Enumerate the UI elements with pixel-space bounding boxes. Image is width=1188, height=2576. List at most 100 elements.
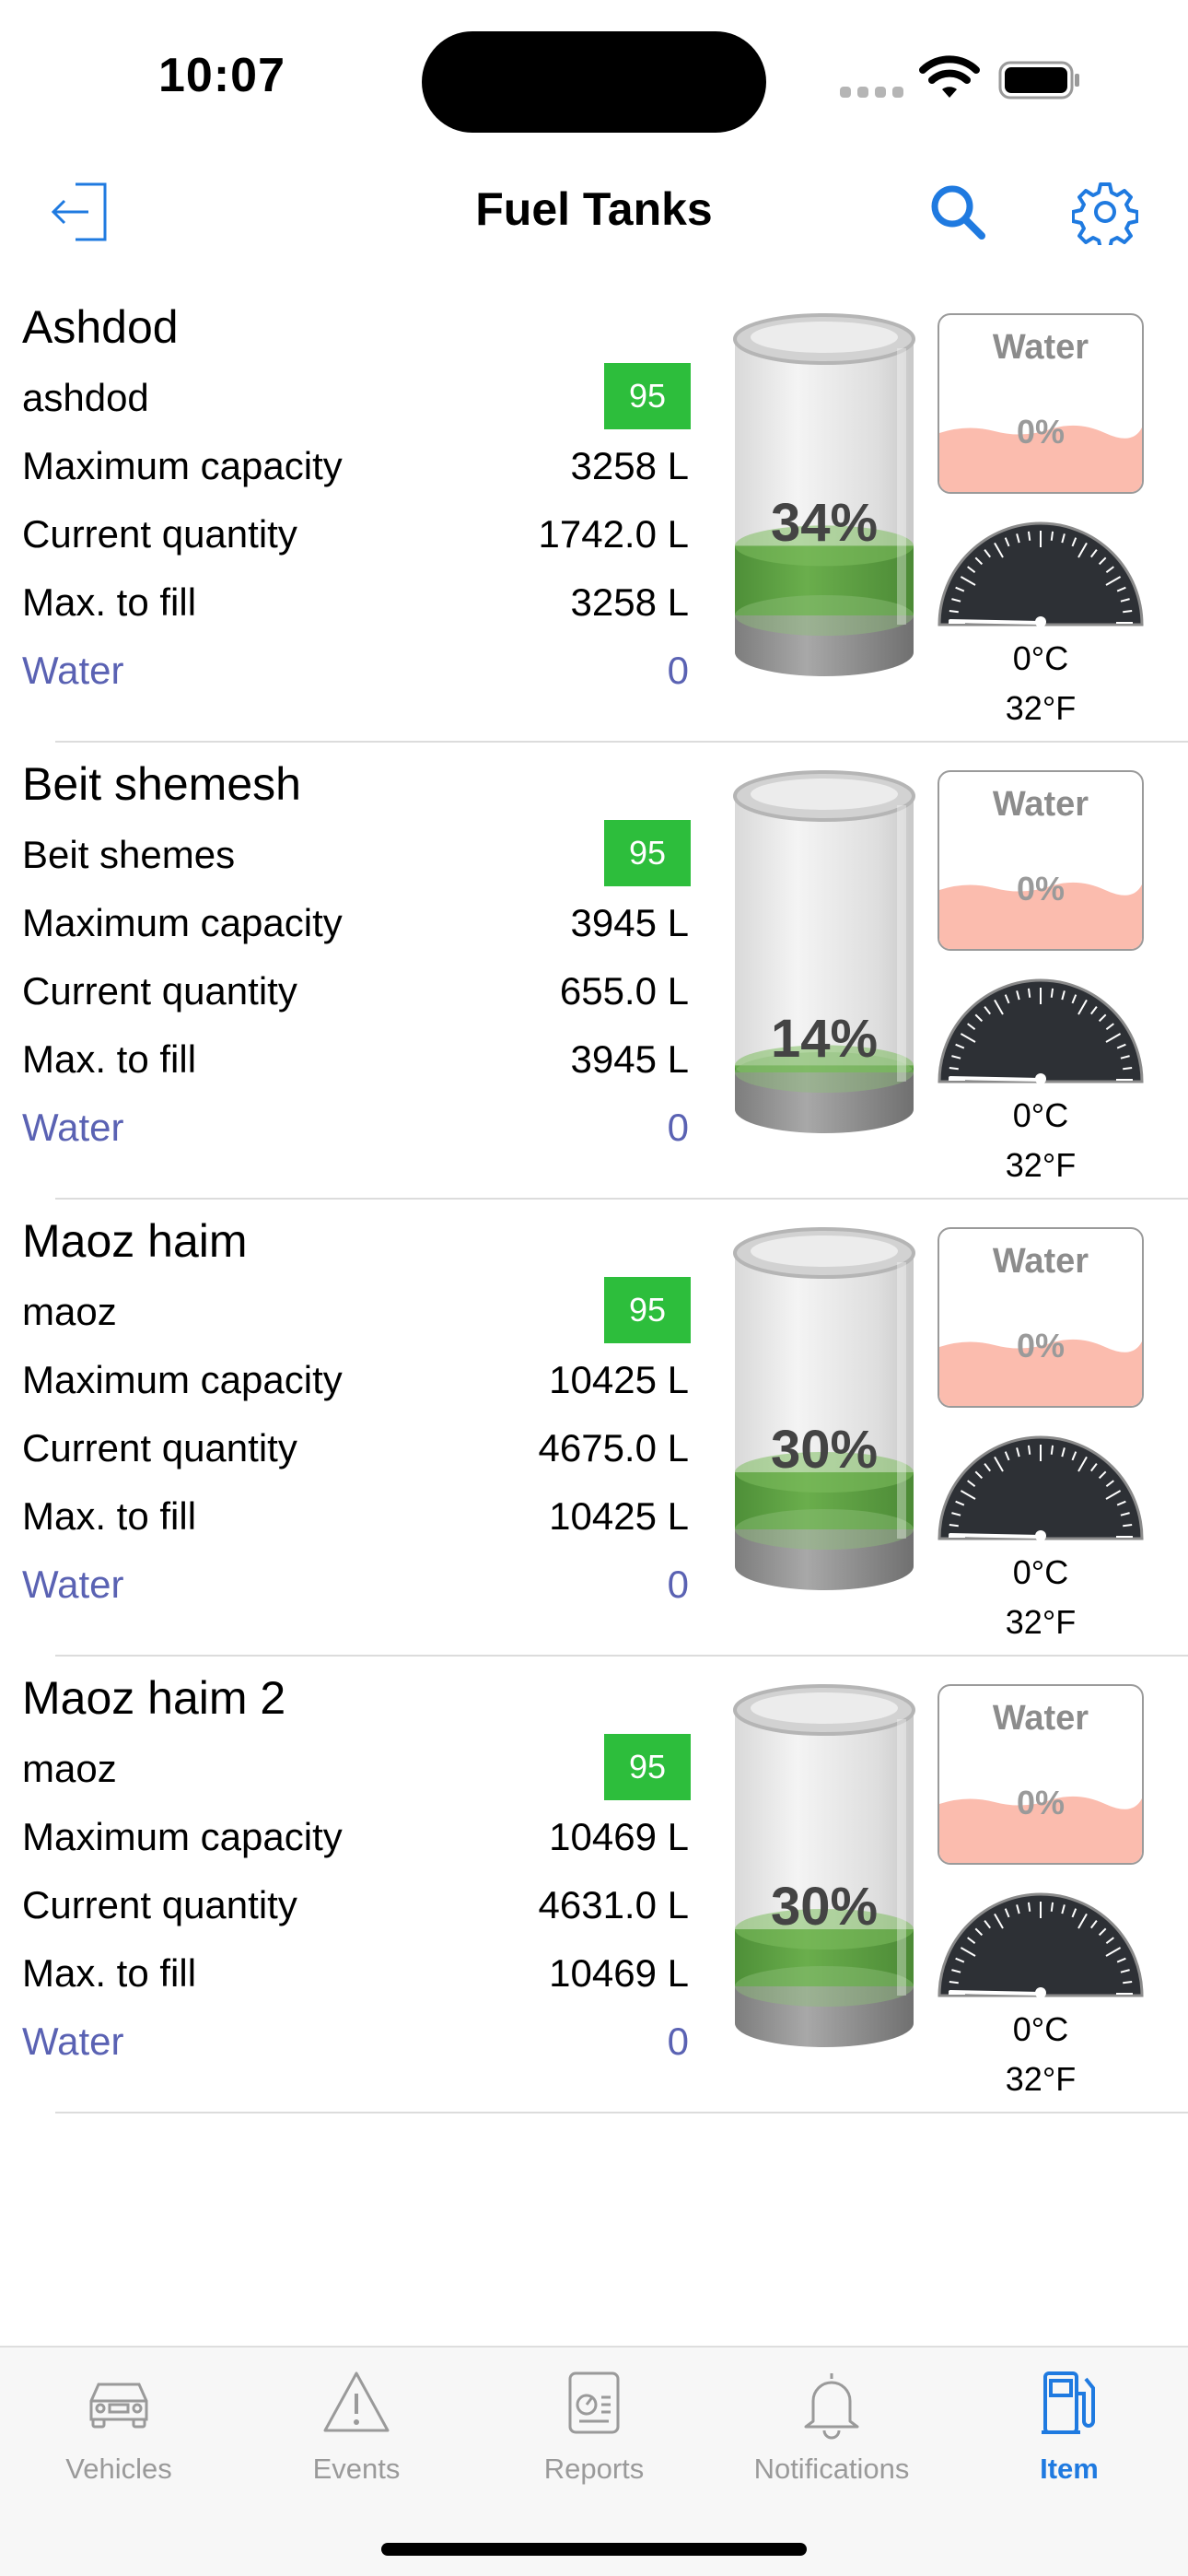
tab-vehicles[interactable]: Vehicles: [0, 2366, 238, 2495]
search-icon: [931, 185, 985, 240]
temperature-celsius: 0°C: [1012, 1553, 1069, 1591]
temperature-celsius: 0°C: [1012, 639, 1069, 677]
gauge-dial: [938, 978, 1144, 1084]
fuel-cylinder: [733, 1684, 915, 2047]
water-label: Water: [22, 2020, 124, 2063]
water-value: 0: [667, 649, 689, 692]
fuel-cylinder: [733, 1227, 915, 1590]
tab-notifications[interactable]: Notifications: [713, 2366, 950, 2495]
tank-fill-percent: 34%: [770, 493, 879, 554]
tank-fill-percent: 30%: [770, 1420, 879, 1480]
water-box-title: Water: [992, 785, 1089, 824]
tab-label: Vehicles: [65, 2453, 172, 2485]
tank-level-graphic: 34%: [733, 311, 915, 680]
current-quantity-value: 655.0 L: [559, 969, 689, 1013]
tank-fill-percent: 30%: [770, 1877, 879, 1937]
water-label: Water: [22, 649, 124, 692]
gauge-dial: [938, 1892, 1144, 1998]
water-value: 0: [667, 2020, 689, 2063]
water-value: 0: [667, 1106, 689, 1149]
tank-fill-percent: 14%: [770, 1009, 879, 1069]
gauge-tick: [1027, 531, 1031, 541]
max-capacity-label: Maximum capacity: [22, 1815, 343, 1858]
temperature-celsius: 0°C: [1012, 1096, 1069, 1134]
gauge-tick: [949, 1523, 959, 1528]
gauge-tick: [1050, 1445, 1054, 1455]
report-icon: [568, 2371, 620, 2434]
tab-bar: Vehicles Events Reports Notifications It…: [0, 2346, 1188, 2576]
max-fill-label: Max. to fill: [22, 580, 197, 624]
water-box-title: Water: [992, 1699, 1089, 1738]
water-level-box: Water 0%: [938, 1227, 1144, 1408]
tank-row[interactable]: Maoz haim 2 maoz 95 Maximum capacity 104…: [0, 1657, 1188, 2113]
max-fill-value: 3258 L: [570, 580, 689, 624]
tab-label: Reports: [543, 2453, 645, 2485]
tab-item[interactable]: Item: [950, 2366, 1188, 2495]
tank-level-graphic: 30%: [733, 1682, 915, 2051]
gauge-tick: [1027, 1902, 1031, 1912]
bell-icon: [804, 2373, 859, 2440]
tank-row[interactable]: Maoz haim maoz 95 Maximum capacity 10425…: [0, 1200, 1188, 1657]
tab-reports[interactable]: Reports: [475, 2366, 713, 2495]
max-fill-value: 10469 L: [549, 1951, 689, 1995]
search-button[interactable]: [919, 173, 996, 251]
gauge-dial: [938, 521, 1144, 627]
tank-subname: maoz: [22, 1290, 117, 1333]
temperature-fahrenheit: 32°F: [1005, 689, 1077, 727]
gauge-tick: [1050, 1902, 1054, 1912]
current-quantity-label: Current quantity: [22, 512, 297, 556]
water-percent: 0%: [1016, 1327, 1066, 1364]
tab-label: Events: [312, 2453, 401, 2485]
battery-icon: [998, 61, 1081, 100]
water-label: Water: [22, 1563, 124, 1606]
max-capacity-label: Maximum capacity: [22, 1358, 343, 1401]
temperature-celsius: 0°C: [1012, 2010, 1069, 2048]
gauge-tick: [1123, 1523, 1133, 1528]
dynamic-island: [422, 31, 766, 133]
tank-list: Ashdod ashdod 95 Maximum capacity 3258 L…: [0, 286, 1188, 2113]
max-capacity-value: 3258 L: [570, 444, 689, 487]
water-percent: 0%: [1016, 870, 1066, 907]
home-indicator: [381, 2543, 807, 2556]
tab-label: Item: [1040, 2453, 1099, 2485]
tank-level-graphic: 30%: [733, 1225, 915, 1594]
current-quantity-value: 1742.0 L: [538, 512, 690, 556]
gauge-tick: [1027, 988, 1031, 998]
tank-subname: ashdod: [22, 376, 149, 419]
current-quantity-label: Current quantity: [22, 969, 297, 1013]
gauge-tick: [1123, 1980, 1133, 1985]
fuel-cylinder: [733, 770, 915, 1133]
water-box-title: Water: [992, 328, 1089, 367]
gauge-tick: [1123, 609, 1133, 614]
tab-events[interactable]: Events: [238, 2366, 475, 2495]
gear-icon: [1072, 182, 1138, 245]
temperature-gauge: [936, 1885, 1146, 1999]
gauge-tick: [949, 609, 959, 614]
temperature-fahrenheit: 32°F: [1005, 1146, 1077, 1184]
fuel-type-badge: 95: [604, 363, 691, 429]
gauge-tick: [1123, 1066, 1133, 1071]
max-fill-value: 3945 L: [570, 1037, 689, 1081]
tab-label: Notifications: [753, 2453, 910, 2485]
wifi-icon: [919, 55, 980, 100]
current-quantity-value: 4631.0 L: [538, 1883, 690, 1926]
fuel-type-badge: 95: [604, 1277, 691, 1343]
tank-row[interactable]: Ashdod ashdod 95 Maximum capacity 3258 L…: [0, 286, 1188, 743]
settings-button[interactable]: [1066, 173, 1144, 251]
max-fill-label: Max. to fill: [22, 1951, 197, 1995]
water-level-box: Water 0%: [938, 1684, 1144, 1865]
gauge-tick: [1050, 531, 1054, 541]
warning-icon: [323, 2371, 390, 2432]
fuel-type-badge: 95: [604, 820, 691, 886]
max-capacity-value: 3945 L: [570, 901, 689, 944]
tank-name: Maoz haim: [22, 1215, 248, 1267]
car-icon: [89, 2383, 148, 2429]
current-quantity-value: 4675.0 L: [538, 1426, 690, 1469]
tank-subname: maoz: [22, 1747, 117, 1790]
tank-subname: Beit shemes: [22, 833, 236, 876]
max-fill-label: Max. to fill: [22, 1494, 197, 1538]
tank-row[interactable]: Beit shemesh Beit shemes 95 Maximum capa…: [0, 743, 1188, 1200]
gauge-tick: [1027, 1445, 1031, 1455]
page-title: Fuel Tanks: [475, 183, 713, 235]
current-quantity-label: Current quantity: [22, 1426, 297, 1469]
